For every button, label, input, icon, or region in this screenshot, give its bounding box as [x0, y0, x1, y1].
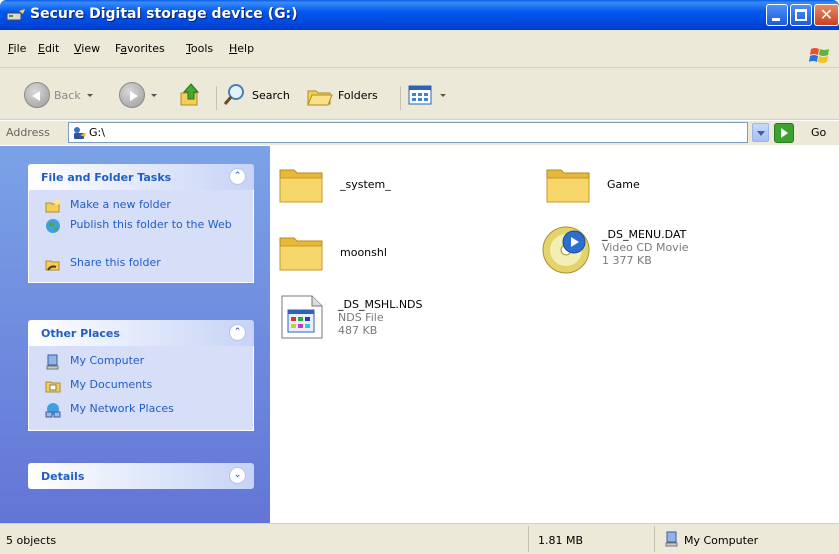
folders-icon: [307, 90, 333, 106]
drive-icon: [74, 127, 86, 139]
collapse-icon[interactable]: ⌃: [229, 324, 246, 341]
menu-tools[interactable]: Tools: [186, 42, 213, 55]
folder-item[interactable]: moonshl: [278, 232, 478, 282]
expand-icon[interactable]: ⌄: [229, 467, 246, 484]
place-my-network-places[interactable]: My Network Places: [41, 402, 253, 424]
my-computer-icon: [665, 531, 678, 547]
nds-file-icon: [281, 295, 323, 339]
forward-arrow-icon: [119, 82, 145, 108]
maximize-button[interactable]: [790, 4, 812, 26]
folder-item[interactable]: Game: [545, 164, 745, 214]
file-tasks-panel: File and Folder Tasks ⌃ Make a new folde…: [28, 164, 254, 283]
file-list: _system_ Game moonshl _DS_MENU.DAT Video…: [270, 146, 839, 523]
folder-icon: [279, 169, 323, 203]
up-button[interactable]: [177, 79, 205, 111]
share-folder-icon: [45, 260, 60, 271]
status-location: My Computer: [684, 534, 759, 547]
other-places-header[interactable]: Other Places ⌃: [28, 320, 254, 346]
my-documents-icon: [45, 381, 61, 393]
minimize-icon: [772, 18, 780, 21]
collapse-icon[interactable]: ⌃: [229, 168, 246, 185]
folder-icon: [546, 169, 590, 203]
folder-up-icon: [180, 83, 200, 106]
file-item[interactable]: _DS_MENU.DAT Video CD Movie 1 377 KB: [540, 222, 760, 282]
task-pane: File and Folder Tasks ⌃ Make a new folde…: [0, 146, 270, 523]
menu-view[interactable]: View: [74, 42, 100, 55]
close-icon: ✕: [819, 5, 834, 24]
task-publish-to-web[interactable]: Publish this folder to the Web: [41, 218, 253, 256]
go-button[interactable]: Go: [811, 126, 826, 139]
details-header[interactable]: Details ⌄: [28, 463, 254, 489]
folder-icon: [279, 237, 323, 271]
new-folder-icon: [45, 199, 60, 213]
maximize-icon: [795, 9, 807, 21]
toolbar-separator: [400, 86, 401, 110]
menu-bar: File Edit View Favorites Tools Help: [0, 30, 839, 68]
title-bar[interactable]: Secure Digital storage device (G:) ✕: [0, 0, 839, 30]
back-arrow-icon: [24, 82, 50, 108]
video-cd-icon: [542, 226, 590, 274]
back-dropdown-icon: [86, 93, 93, 97]
search-button[interactable]: Search: [222, 79, 290, 111]
file-tasks-header[interactable]: File and Folder Tasks ⌃: [28, 164, 254, 190]
menu-file[interactable]: File: [8, 42, 26, 55]
network-places-icon: [45, 403, 61, 418]
file-tasks-body: Make a new folder Publish this folder to…: [28, 190, 254, 283]
panel-title: Other Places: [41, 327, 120, 340]
panel-title: Details: [41, 470, 85, 483]
address-value: G:\: [89, 126, 105, 139]
views-button[interactable]: [408, 79, 446, 111]
task-make-new-folder[interactable]: Make a new folder: [41, 198, 253, 218]
drive-icon: [6, 9, 25, 21]
views-dropdown-icon: [440, 93, 446, 97]
other-places-panel: Other Places ⌃ My Computer My Documents …: [28, 320, 254, 431]
address-input[interactable]: G:\: [68, 122, 748, 143]
views-icon: [408, 85, 432, 105]
window-title: Secure Digital storage device (G:): [30, 6, 298, 22]
address-bar: Address G:\ Go: [0, 121, 839, 145]
details-panel: Details ⌄: [28, 463, 254, 489]
folder-item[interactable]: _system_: [278, 164, 478, 214]
forward-dropdown-icon: [151, 93, 157, 97]
minimize-button[interactable]: [766, 4, 788, 26]
menu-help[interactable]: Help: [229, 42, 254, 55]
forward-button[interactable]: [119, 79, 157, 111]
place-my-computer[interactable]: My Computer: [41, 354, 253, 378]
search-icon: [223, 84, 244, 105]
close-button[interactable]: ✕: [814, 4, 839, 26]
back-button[interactable]: Back: [24, 79, 93, 111]
toolbar: Back Search Folders: [0, 68, 839, 120]
menu-favorites[interactable]: Favorites: [115, 42, 165, 55]
windows-logo-icon: [809, 48, 829, 63]
status-size: 1.81 MB: [538, 534, 584, 547]
task-share-folder[interactable]: Share this folder: [41, 256, 253, 276]
status-bar: 5 objects 1.81 MB My Computer: [0, 523, 839, 554]
globe-icon: [46, 219, 60, 233]
folders-button[interactable]: Folders: [306, 79, 378, 111]
my-computer-icon: [46, 354, 59, 370]
other-places-body: My Computer My Documents My Network Plac…: [28, 346, 254, 431]
panel-title: File and Folder Tasks: [41, 171, 172, 184]
status-object-count: 5 objects: [6, 534, 57, 547]
address-label: Address: [6, 126, 50, 139]
go-arrow-icon[interactable]: [774, 123, 794, 143]
address-dropdown-button[interactable]: [752, 123, 769, 142]
place-my-documents[interactable]: My Documents: [41, 378, 253, 402]
file-item[interactable]: _DS_MSHL.NDS NDS File 487 KB: [280, 294, 500, 354]
toolbar-separator: [216, 86, 217, 110]
menu-edit[interactable]: Edit: [38, 42, 59, 55]
